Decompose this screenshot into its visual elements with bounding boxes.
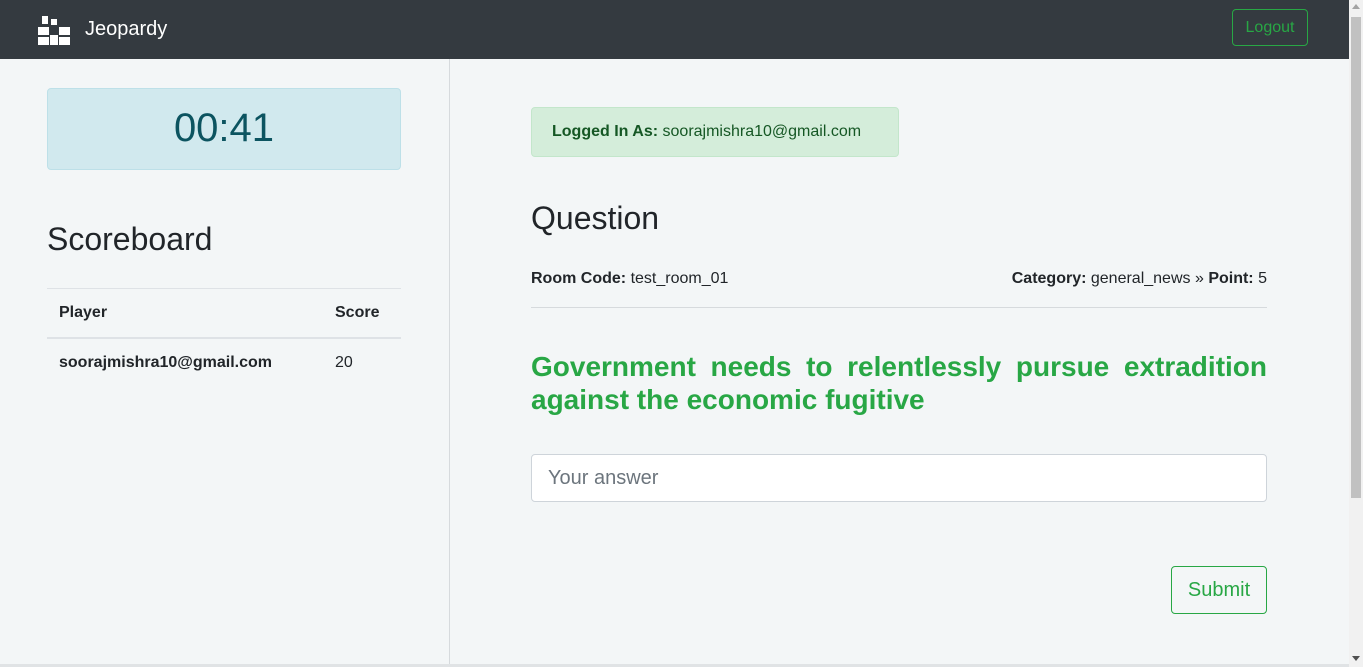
table-header-row: Player Score <box>47 288 401 338</box>
logged-in-email: soorajmishra10@gmail.com <box>662 123 862 140</box>
point-label: Point: <box>1208 270 1254 287</box>
room-code: Room Code: test_room_01 <box>531 268 728 290</box>
room-code-label: Room Code: <box>531 270 627 287</box>
scroll-down-icon[interactable] <box>1352 656 1360 661</box>
question-text: Government needs to relentlessly pursue … <box>531 351 1267 415</box>
scroll-up-icon[interactable] <box>1352 4 1360 9</box>
countdown-timer: 00:41 <box>47 88 401 170</box>
answer-input[interactable] <box>531 454 1267 502</box>
category-value: general_news <box>1090 270 1191 287</box>
separator: » <box>1194 270 1204 287</box>
logged-in-label: Logged In As: <box>552 123 659 140</box>
brand-name[interactable]: Jeopardy <box>85 17 167 41</box>
point-value: 5 <box>1258 270 1267 287</box>
table-row: soorajmishra10@gmail.com 20 <box>47 338 401 387</box>
player-score: 20 <box>335 353 353 371</box>
sidebar: 00:41 Scoreboard Player Score soorajmish… <box>0 59 450 667</box>
logout-button[interactable]: Logout <box>1232 9 1308 46</box>
scroll-thumb[interactable] <box>1351 17 1361 498</box>
navbar: Jeopardy Logout <box>0 0 1349 59</box>
player-email: soorajmishra10@gmail.com <box>59 353 273 371</box>
question-title: Question <box>531 200 660 236</box>
column-header-player: Player <box>59 303 108 321</box>
scoreboard-title: Scoreboard <box>47 221 213 257</box>
submit-button[interactable]: Submit <box>1171 566 1267 614</box>
logged-in-alert: Logged In As: soorajmishra10@gmail.com <box>531 107 899 157</box>
scrollbar[interactable] <box>1349 0 1363 667</box>
question-meta: Room Code: test_room_01 Category: genera… <box>531 268 1267 308</box>
room-code-value: test_room_01 <box>630 270 729 287</box>
scoreboard-table: Player Score soorajmishra10@gmail.com 20 <box>47 288 401 387</box>
column-header-score: Score <box>335 303 380 321</box>
category-label: Category: <box>1011 270 1087 287</box>
category-points: Category: general_news » Point: 5 <box>1012 268 1267 290</box>
boxes-icon[interactable] <box>38 16 70 45</box>
